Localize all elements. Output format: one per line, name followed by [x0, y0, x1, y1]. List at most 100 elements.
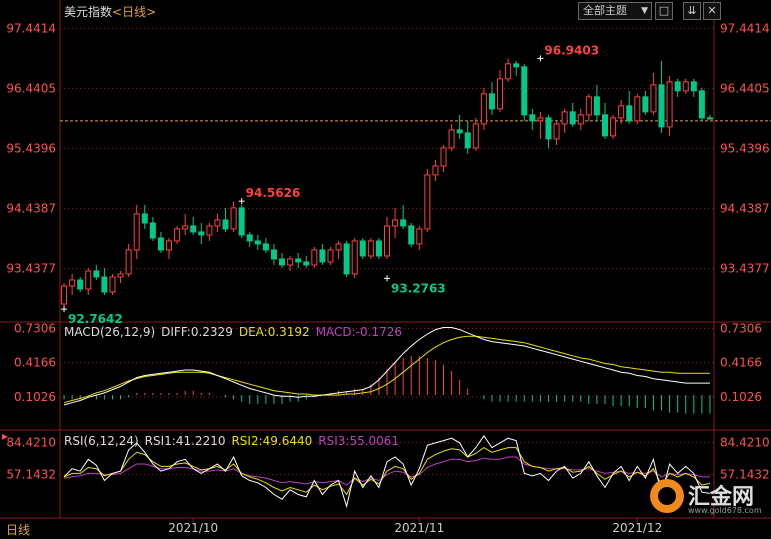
candle-body	[610, 117, 617, 137]
y-tick-label: 94.4387	[6, 202, 56, 216]
collapse-button[interactable]: ⇊	[683, 2, 701, 20]
topic-dropdown-label: 全部主题	[583, 4, 627, 17]
y-tick-label: 93.4377	[6, 262, 56, 276]
candle-body	[674, 81, 681, 92]
candle-body	[109, 276, 116, 293]
candle-body	[279, 258, 286, 266]
candle	[109, 273, 116, 295]
topic-dropdown[interactable]: 全部主题 ▼	[578, 2, 652, 20]
candle-body	[182, 225, 189, 230]
candle	[610, 114, 617, 139]
candle	[77, 276, 84, 292]
x-tick-label: 2021/10	[168, 521, 218, 535]
candle-body	[343, 243, 350, 275]
timeframe-label[interactable]: <日线>	[112, 5, 156, 19]
rsi-y-tick-label: 84.4210	[720, 435, 770, 449]
candle-body	[270, 249, 277, 260]
y-tick-label: 96.4405	[6, 81, 56, 95]
candle-body	[642, 96, 649, 113]
candle	[593, 84, 600, 121]
candle	[295, 252, 302, 268]
candle	[359, 237, 366, 259]
candle-body	[521, 66, 528, 116]
candle-body	[601, 114, 609, 137]
candle-body	[375, 240, 382, 257]
candle	[246, 231, 253, 247]
maximize-button[interactable]: □	[655, 2, 673, 20]
candle-body	[262, 243, 269, 251]
candle	[367, 237, 374, 259]
candle	[133, 204, 140, 259]
macd-y-tick-label: 0.4166	[720, 356, 762, 370]
candle	[165, 237, 173, 259]
candle-body	[238, 207, 245, 236]
candle	[125, 243, 132, 277]
candle	[85, 267, 92, 295]
candle-body	[561, 111, 568, 125]
candle-body	[61, 285, 68, 305]
candle-body	[303, 261, 310, 266]
candle-body	[626, 105, 633, 122]
candle-body	[416, 228, 423, 245]
close-button[interactable]: ✕	[703, 2, 721, 20]
candle-body	[448, 129, 455, 149]
candle-body	[383, 225, 391, 257]
macd-legend: MACD(26,12,9) DIFF:0.2329 DEA:0.3192 MACD:-…	[64, 325, 408, 339]
candle	[626, 90, 633, 124]
period-label[interactable]: 日线	[6, 521, 30, 538]
candle-body	[432, 165, 439, 176]
candle	[456, 114, 463, 139]
y-tick-label: 97.4414	[6, 21, 56, 35]
candle	[553, 120, 560, 145]
candle	[472, 117, 479, 151]
candle-body	[133, 213, 140, 251]
candle	[440, 144, 447, 172]
rsi-y-tick-label: 84.4210	[6, 435, 56, 449]
candle	[238, 204, 245, 238]
candle-body	[165, 240, 173, 251]
candle	[698, 87, 705, 121]
candle-body	[513, 63, 520, 68]
candle	[230, 201, 237, 232]
candle	[214, 213, 221, 232]
macd-legend-name: MACD(26,12,9)	[64, 325, 156, 339]
candle	[149, 216, 156, 241]
logo: 汇金网 www.gold678.com	[650, 479, 771, 519]
candle-body	[254, 240, 261, 245]
candle-body	[125, 249, 132, 275]
candle-body	[690, 81, 697, 92]
candle-body	[585, 96, 592, 116]
candle	[157, 231, 164, 253]
candle	[545, 114, 552, 148]
candle	[375, 237, 382, 259]
macd-y-tick-label: 0.7306	[720, 321, 762, 335]
candle-body	[149, 222, 156, 239]
candle-body	[529, 114, 536, 122]
candle	[432, 159, 439, 181]
candle-body	[351, 240, 358, 275]
candle	[416, 225, 423, 250]
price-extreme-label: 94.5626	[246, 186, 301, 200]
candle-body	[569, 111, 576, 125]
candle	[569, 102, 576, 127]
candle	[392, 207, 399, 238]
candle	[279, 252, 286, 268]
candle	[408, 222, 415, 247]
candle-body	[319, 249, 326, 263]
candle	[190, 216, 197, 235]
candle	[174, 225, 181, 244]
candle-body	[311, 249, 318, 266]
stock-chart[interactable]: 97.4414 97.4414 96.4405 96.4405 95.4396 95.43…	[0, 0, 771, 539]
candle-body	[206, 225, 213, 236]
candle	[537, 111, 544, 139]
candle-body	[230, 207, 237, 230]
candle	[464, 120, 471, 154]
candle	[521, 63, 528, 121]
candle	[666, 75, 673, 136]
candle-body	[367, 240, 374, 257]
candle-body	[222, 219, 229, 230]
price-extreme-label: 93.2763	[391, 281, 446, 295]
macd-legend-dea: DEA:0.3192	[238, 325, 310, 339]
candle-body	[464, 132, 471, 149]
candle	[513, 60, 520, 76]
